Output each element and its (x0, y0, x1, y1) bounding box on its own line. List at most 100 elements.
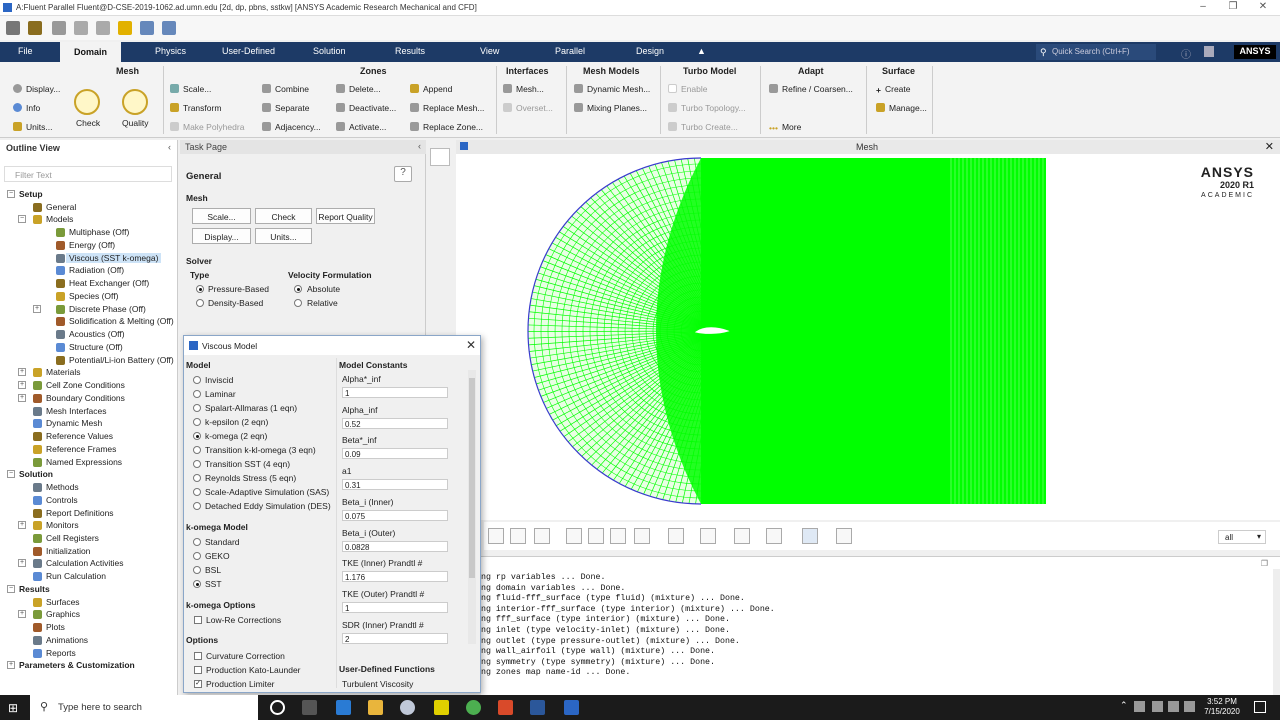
check-button[interactable]: Check (76, 118, 100, 128)
export-icon[interactable] (634, 528, 650, 544)
model-radio[interactable] (193, 404, 201, 413)
interfaces-mesh-button[interactable]: Mesh... (503, 84, 544, 94)
constants-scrollbar[interactable] (468, 370, 476, 644)
model-radio[interactable] (193, 390, 201, 399)
quick-search-input[interactable]: Quick Search (Ctrl+F) (1036, 44, 1156, 60)
option-checkbox[interactable] (194, 652, 202, 660)
combine-button[interactable]: Combine (262, 84, 309, 94)
option-checkbox[interactable] (194, 666, 202, 674)
constant-value-input[interactable]: 2 (342, 632, 448, 644)
constant-value-input[interactable]: 1 (342, 601, 448, 613)
constant-value-input[interactable]: 0.31 (342, 479, 448, 491)
outline-item[interactable]: Reference Values (0, 431, 178, 444)
outline-item[interactable]: + Cell Zone Conditions (0, 380, 178, 393)
view-select-dropdown[interactable]: all ▾ (1218, 530, 1266, 544)
scale-button[interactable]: Scale... (192, 208, 251, 224)
outline-item[interactable]: Viscous (SST k-omega) (0, 252, 178, 266)
network-icon[interactable] (1134, 701, 1145, 712)
refine-coarsen-button[interactable]: Refine / Coarsen... (769, 84, 853, 94)
komega-radio[interactable] (193, 580, 201, 589)
check-button[interactable]: Check (255, 208, 312, 224)
outline-item[interactable]: Reference Frames (0, 444, 178, 457)
outline-item[interactable]: Solidification & Melting (Off) (0, 316, 178, 329)
console-restore-icon[interactable]: ❐ (1261, 559, 1268, 568)
replace-zone-button[interactable]: Replace Zone... (410, 122, 483, 132)
deactivate-button[interactable]: Deactivate... (336, 103, 396, 113)
taskbar-clock[interactable]: 3:52 PM 7/15/2020 (1196, 697, 1248, 717)
constants-scrollbar-thumb[interactable] (469, 378, 475, 578)
cortana-icon[interactable] (270, 700, 285, 715)
close-graphics-icon[interactable]: ✕ (1265, 140, 1274, 153)
units-button[interactable]: Units... (13, 122, 52, 132)
quality-mesh-icon[interactable] (122, 89, 148, 115)
layout-icon[interactable] (766, 528, 782, 544)
outline-item[interactable]: + Graphics (0, 609, 178, 622)
display-button[interactable]: Display... (192, 228, 251, 244)
outline-item[interactable]: Methods (0, 482, 178, 495)
activate-button[interactable]: Activate... (336, 122, 386, 132)
dialog-title-bar[interactable]: Viscous Model ✕ (184, 336, 480, 355)
help-icon[interactable]: ? (394, 166, 412, 182)
expand-icon[interactable]: + (33, 304, 41, 313)
tools-icon[interactable] (96, 21, 110, 35)
surface-manage-button[interactable]: Manage... (876, 103, 927, 113)
delete-button[interactable]: Delete... (336, 84, 381, 94)
zoom-out-icon[interactable] (588, 528, 604, 544)
constant-value-input[interactable]: 0.075 (342, 509, 448, 521)
model-radio[interactable] (193, 418, 201, 427)
outline-item[interactable]: General (0, 202, 178, 215)
axes-icon[interactable] (610, 528, 626, 544)
tab-parallel[interactable]: Parallel (555, 46, 585, 56)
surface-create-button[interactable]: + Create (876, 84, 910, 95)
app-icon[interactable] (400, 700, 415, 715)
zoom-in-icon[interactable] (566, 528, 582, 544)
filter-text-input[interactable]: Filter Text (4, 166, 172, 182)
console-panel[interactable]: ❐ ng rp variables ... Done. ng domain var… (481, 556, 1280, 695)
outline-item[interactable]: + Parameters & Customization (0, 660, 178, 673)
expand-icon[interactable]: + (18, 521, 26, 530)
settings-icon[interactable] (28, 21, 42, 35)
outline-item[interactable]: Plots (0, 622, 178, 635)
outline-item[interactable]: Mesh Interfaces (0, 406, 178, 419)
pressure-based-radio[interactable] (196, 285, 204, 293)
copy-icon[interactable] (430, 148, 450, 166)
quality-button[interactable]: Quality (122, 118, 148, 128)
tab-results[interactable]: Results (395, 46, 425, 56)
collapse-panel-icon[interactable]: ‹ (168, 142, 171, 152)
expand-icon[interactable]: + (7, 661, 15, 670)
zoom-fit-icon[interactable] (488, 528, 504, 544)
refresh-icon[interactable] (74, 21, 88, 35)
book-icon[interactable] (1204, 46, 1214, 57)
mixing-planes-button[interactable]: Mixing Planes... (574, 103, 647, 113)
tab-user-defined[interactable]: User-Defined (222, 46, 275, 56)
taskbar-search-input[interactable]: Type here to search (30, 695, 258, 720)
scale-button[interactable]: Scale... (170, 84, 211, 94)
outline-item[interactable]: Multiphase (Off) (0, 227, 178, 240)
outline-item[interactable]: − Solution (0, 469, 178, 482)
tab-file[interactable]: File (18, 46, 33, 56)
close-icon[interactable]: ✕ (1248, 1, 1278, 12)
wifi-icon[interactable] (1168, 701, 1179, 712)
outline-item[interactable]: Run Calculation (0, 571, 178, 584)
help-icon[interactable]: ⓘ (1181, 46, 1191, 61)
outline-item[interactable]: + Discrete Phase (Off) (0, 304, 178, 317)
task-view-icon[interactable] (302, 700, 317, 715)
tray-chevron-icon[interactable]: ⌃ (1120, 700, 1128, 711)
outline-item[interactable]: Controls (0, 495, 178, 508)
outline-item[interactable]: + Boundary Conditions (0, 393, 178, 406)
relative-radio[interactable] (294, 299, 302, 307)
outline-item[interactable]: Acoustics (Off) (0, 329, 178, 342)
expand-icon[interactable]: + (18, 368, 26, 377)
tab-domain[interactable]: Domain (60, 42, 122, 62)
collapse-icon[interactable]: − (18, 215, 26, 224)
collapse-ribbon-icon[interactable]: ▲ (697, 46, 706, 56)
outline-item[interactable]: Animations (0, 635, 178, 648)
outline-item[interactable]: Energy (Off) (0, 240, 178, 253)
report-icon[interactable] (836, 528, 852, 544)
tab-physics[interactable]: Physics (155, 46, 186, 56)
constant-value-input[interactable]: 0.52 (342, 417, 448, 429)
outline-item[interactable]: Report Definitions (0, 508, 178, 521)
highlight-icon[interactable] (668, 528, 684, 544)
open-icon[interactable] (6, 21, 20, 35)
outline-item[interactable]: − Results (0, 584, 178, 597)
